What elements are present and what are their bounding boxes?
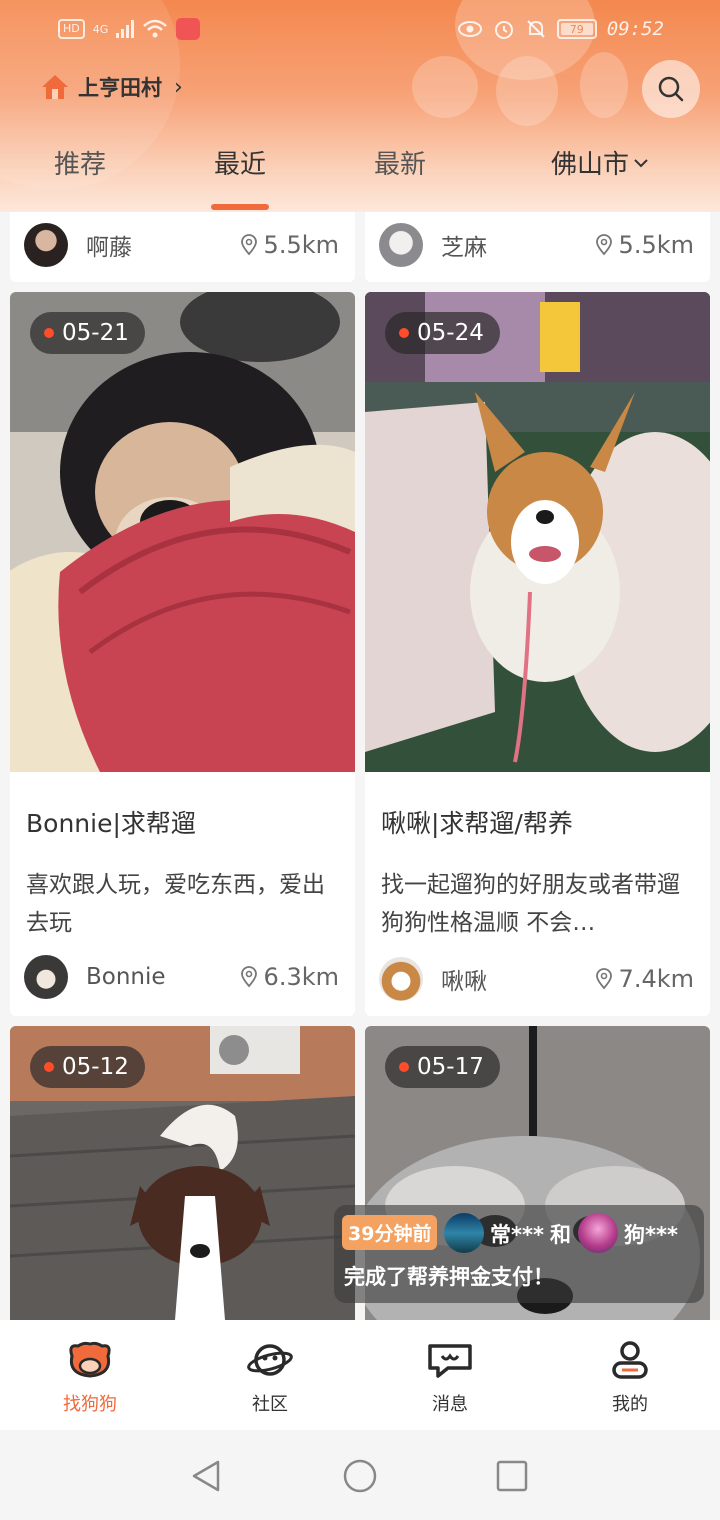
hd-indicator: HD (58, 19, 85, 39)
network-type: 4G (92, 22, 109, 36)
nav-label: 消息 (432, 1394, 468, 1415)
paw-decoration (412, 56, 478, 118)
live-dot (44, 328, 54, 338)
home-icon (42, 75, 68, 99)
date-badge: 05-24 (385, 312, 500, 354)
distance: 5.5km (595, 231, 694, 259)
paw-decoration (580, 52, 628, 118)
toast-message: 完成了帮养押金支付！ (344, 1265, 554, 1289)
dog-photo (10, 292, 355, 772)
eye-icon (457, 21, 482, 37)
system-navigation-bar (0, 1430, 720, 1520)
live-dot (44, 1062, 54, 1072)
user-name: 啊藤 (86, 235, 132, 261)
planet-icon (247, 1344, 293, 1376)
app-header: HD 4G 79 09:52 上亨田村 › 推荐 最近 最新 佛山市 (0, 0, 720, 212)
status-bar: HD 4G 79 09:52 (0, 14, 720, 50)
user-name: 啾啾 (441, 969, 487, 995)
toast-user-a: 常*** (490, 1223, 544, 1247)
live-dot (399, 1062, 409, 1072)
nav-profile[interactable]: 我的 (570, 1340, 690, 1416)
signal-icon (116, 20, 135, 38)
card-description: 喜欢跟人玩，爱吃东西，爱出去玩 (26, 872, 325, 936)
location-pin-icon (595, 968, 612, 990)
avatar (379, 957, 423, 1001)
avatar (24, 955, 68, 999)
card-description: 找一起遛狗的好朋友或者带遛 狗狗性格温顺 不会… (381, 872, 680, 936)
nav-messages[interactable]: 消息 (390, 1340, 510, 1416)
user-name: 芝麻 (441, 235, 487, 261)
feed-card[interactable]: 05-12 (10, 1026, 355, 1320)
nav-label: 社区 (252, 1394, 288, 1415)
card-user-row: 芝麻 5.5km (365, 220, 710, 270)
card-user-row: 啊藤 5.5km (10, 220, 355, 270)
chat-bubble-icon (428, 1344, 472, 1378)
toast-time-badge: 39分钟前 (342, 1215, 438, 1250)
avatar (24, 223, 68, 267)
battery-icon: 79 (556, 19, 597, 39)
wifi-icon (143, 19, 168, 38)
nav-label: 我的 (612, 1394, 648, 1415)
location-pin-icon (240, 966, 257, 988)
dog-face-icon (69, 1341, 111, 1378)
distance: 5.5km (240, 231, 339, 259)
clock: 09:52 (606, 18, 664, 40)
back-icon[interactable] (188, 1458, 224, 1494)
toast-conjunction: 和 (550, 1223, 571, 1247)
city-selector[interactable]: 佛山市 (551, 144, 649, 181)
card-user-row: Bonnie 6.3km (10, 952, 355, 1002)
recents-icon[interactable] (494, 1458, 530, 1494)
profile-icon (612, 1341, 648, 1379)
nav-find-dog[interactable]: 找狗狗 (30, 1340, 150, 1416)
tab-latest[interactable]: 最新 (374, 144, 426, 181)
dog-photo (365, 292, 710, 772)
card-title: Bonnie|求帮遛 (20, 800, 310, 846)
location-selector[interactable]: 上亨田村 › (40, 72, 183, 102)
search-button[interactable] (642, 60, 700, 118)
chevron-down-icon (634, 158, 648, 167)
chevron-right-icon: › (174, 74, 183, 100)
feed-card[interactable]: 05-21 Bonnie|求帮遛 喜欢跟人玩，爱吃东西，爱出去玩 Bonnie … (10, 292, 355, 1016)
feed-card[interactable]: 05-24 啾啾|求帮遛/帮养 找一起遛狗的好朋友或者带遛 狗狗性格温顺 不会…… (365, 292, 710, 1016)
location-pin-icon (240, 234, 257, 256)
feed-card[interactable]: 啊藤 5.5km (10, 212, 355, 282)
live-dot (399, 328, 409, 338)
distance: 6.3km (240, 963, 339, 991)
card-title: 啾啾|求帮遛/帮养 (375, 800, 665, 846)
tab-recommended[interactable]: 推荐 (54, 144, 106, 181)
feed-tabs: 推荐 最近 最新 佛山市 (0, 140, 720, 212)
search-icon (658, 76, 684, 102)
date-badge: 05-21 (30, 312, 145, 354)
nav-label: 找狗狗 (63, 1394, 117, 1415)
avatar (578, 1213, 618, 1253)
user-name: Bonnie (86, 964, 166, 990)
avatar (444, 1213, 484, 1253)
mute-bell-icon (527, 20, 545, 38)
distance: 7.4km (595, 965, 694, 993)
avatar (379, 223, 423, 267)
location-pin-icon (595, 234, 612, 256)
home-circle-icon[interactable] (342, 1458, 378, 1494)
nav-community[interactable]: 社区 (210, 1340, 330, 1416)
bottom-navigation: 找狗狗 社区 消息 我的 (0, 1320, 720, 1430)
activity-toast: 39分钟前 常*** 和 狗*** 完成了帮养押金支付！ (334, 1205, 704, 1303)
toast-user-b: 狗*** (624, 1223, 678, 1247)
tab-nearby[interactable]: 最近 (214, 144, 266, 181)
alarm-icon (494, 21, 513, 39)
tab-indicator (211, 204, 269, 210)
date-badge: 05-17 (385, 1046, 500, 1088)
feed-card[interactable]: 芝麻 5.5km (365, 212, 710, 282)
card-user-row: 啾啾 7.4km (365, 954, 710, 1004)
city-name: 佛山市 (550, 150, 630, 180)
date-badge: 05-12 (30, 1046, 145, 1088)
app-store-icon (176, 18, 201, 40)
location-name: 上亨田村 (78, 76, 162, 100)
